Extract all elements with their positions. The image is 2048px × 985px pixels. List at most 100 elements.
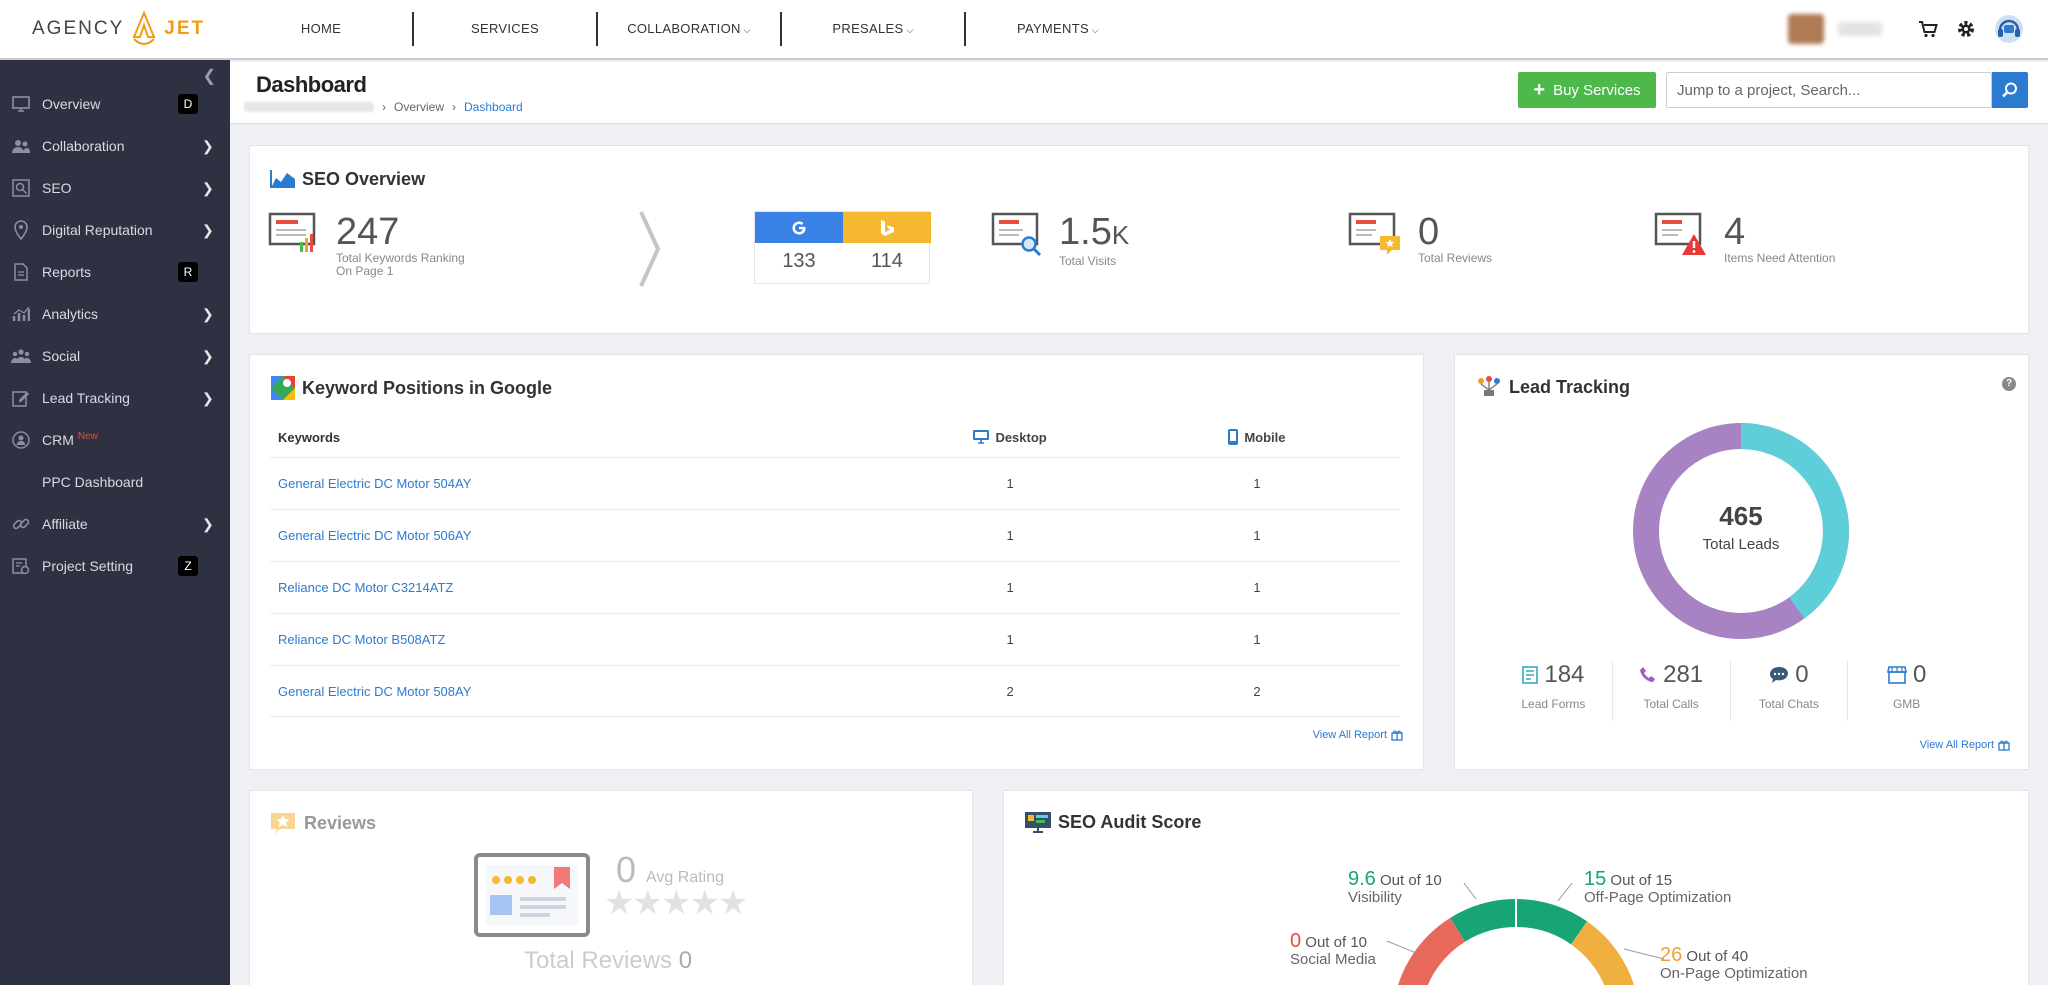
phone-icon xyxy=(1640,667,1656,682)
breadcrumb-overview[interactable]: Overview xyxy=(394,100,444,114)
top-navbar: AGENCY JET HOME SERVICES COLLABORATION ⌵ … xyxy=(0,0,2048,60)
chevron-down-icon: ⌵ xyxy=(743,25,751,35)
gauge-segment-visibility xyxy=(1450,899,1517,942)
leader-line xyxy=(1386,940,1417,954)
total-reviews-label: Total Reviews xyxy=(524,947,673,974)
breadcrumb-dashboard[interactable]: Dashboard xyxy=(464,100,523,114)
analytics-chart-icon xyxy=(10,304,32,324)
visits-count: 1.5 xyxy=(1059,211,1112,253)
sidebar-item-social[interactable]: Social ❯ xyxy=(0,336,230,376)
sidebar-item-ppc-dashboard[interactable]: PPC Dashboard xyxy=(0,462,230,502)
help-icon[interactable]: ? xyxy=(2002,377,2016,391)
sidebar-item-affiliate[interactable]: Affiliate ❯ xyxy=(0,504,230,544)
sidebar-item-overview[interactable]: Overview D xyxy=(0,84,230,124)
keyword-link[interactable]: General Electric DC Motor 508AY xyxy=(278,684,471,699)
mobile-position: 2 xyxy=(1253,683,1261,699)
chevron-right-icon: ❯ xyxy=(202,389,214,406)
chevron-down-icon: ⌵ xyxy=(1091,25,1100,35)
report-gift-icon xyxy=(1998,740,2010,751)
global-search-input[interactable] xyxy=(1666,72,1992,108)
keyword-table: Keywords Desktop Mobile General Electric… xyxy=(270,417,1400,717)
chevron-right-icon: ❯ xyxy=(202,137,214,154)
desktop-position: 1 xyxy=(1006,476,1014,491)
nav-payments[interactable]: PAYMENTS ⌵ xyxy=(966,12,1150,46)
nav-home[interactable]: HOME xyxy=(230,12,414,46)
seo-audit-score-card: SEO Audit Score 9.6 Out of 10 Visibility… xyxy=(1003,790,2029,985)
support-headset-icon[interactable] xyxy=(1992,12,2026,46)
keywords-count: 247 xyxy=(336,211,400,253)
total-leads-label: Total Leads xyxy=(1702,536,1780,553)
attention-label: Items Need Attention xyxy=(1724,251,1836,265)
total-leads-count: 465 xyxy=(1719,501,1763,531)
hotkey-badge: Z xyxy=(178,556,198,576)
bing-icon xyxy=(843,212,931,243)
google-icon xyxy=(755,212,843,243)
desktop-icon xyxy=(973,430,990,444)
sidebar-item-collaboration[interactable]: Collaboration ❯ xyxy=(0,126,230,166)
monitor-icon xyxy=(10,94,32,114)
lead-network-icon xyxy=(1478,376,1500,396)
breadcrumb-separator: › xyxy=(452,100,457,114)
nav-collaboration[interactable]: COLLABORATION ⌵ xyxy=(598,12,782,46)
cart-icon[interactable] xyxy=(1916,17,1940,41)
attention-count: 4 xyxy=(1724,211,1746,253)
sidebar-item-lead-tracking[interactable]: Lead Tracking ❯ xyxy=(0,378,230,418)
reviews-star-icon xyxy=(1348,212,1400,255)
desktop-position: 1 xyxy=(1006,528,1014,543)
chevron-right-icon: ❯ xyxy=(202,221,214,238)
seo-audit-gauge xyxy=(1386,882,1665,985)
sidebar-item-analytics[interactable]: Analytics ❯ xyxy=(0,294,230,334)
table-row: General Electric DC Motor 506AY 1 1 xyxy=(270,509,1400,561)
keyword-positions-card: Keyword Positions in Google Keywords Des… xyxy=(249,354,1424,770)
brand-logo[interactable]: AGENCY JET xyxy=(0,0,230,59)
keyword-view-all-report-link[interactable]: View All Report xyxy=(1313,729,1403,741)
sidebar-item-crm[interactable]: CRM New xyxy=(0,420,230,460)
google-maps-icon xyxy=(271,376,295,400)
sidebar-collapse-icon[interactable]: ❮ xyxy=(203,66,216,86)
sidebar: ❮ Overview D Collaboration ❯ SEO ❯ Digit… xyxy=(0,60,230,985)
keyword-link[interactable]: Reliance DC Motor C3214ATZ xyxy=(278,580,453,595)
col-desktop: Desktop xyxy=(995,429,1047,445)
audit-label-on-page: 26 Out of 40 On-Page Optimization xyxy=(1660,944,1808,982)
chevron-right-divider-icon xyxy=(639,211,661,287)
gear-icon[interactable] xyxy=(1954,17,1978,41)
main-nav: HOME SERVICES COLLABORATION ⌵ PRESALES ⌵ P… xyxy=(230,0,1150,59)
nav-services[interactable]: SERVICES xyxy=(414,12,598,46)
sidebar-item-project-setting[interactable]: Project Setting Z xyxy=(0,546,230,586)
new-badge: New xyxy=(77,431,98,442)
social-group-icon xyxy=(10,346,32,366)
keyword-link[interactable]: Reliance DC Motor B508ATZ xyxy=(278,632,445,647)
lead-view-all-report-link[interactable]: View All Report xyxy=(1920,739,2010,751)
chevron-right-icon: ❯ xyxy=(202,515,214,532)
reviews-title: Reviews xyxy=(304,812,377,833)
buy-services-button[interactable]: + Buy Services xyxy=(1518,72,1656,108)
total-calls-stat: 281 Total Calls xyxy=(1613,661,1731,721)
nav-presales[interactable]: PRESALES ⌵ xyxy=(782,12,966,46)
page-title: Dashboard xyxy=(256,72,367,97)
brand-name-left: AGENCY xyxy=(32,18,125,39)
lead-tracking-title: Lead Tracking xyxy=(1509,376,1631,397)
keyword-link[interactable]: General Electric DC Motor 506AY xyxy=(278,528,471,543)
link-chain-icon xyxy=(10,514,32,534)
keyword-link[interactable]: General Electric DC Motor 504AY xyxy=(278,476,471,491)
audit-label-off-page: 15 Out of 15 Off-Page Optimization xyxy=(1584,868,1732,906)
leader-line xyxy=(1623,948,1665,960)
table-row: Reliance DC Motor B508ATZ 1 1 xyxy=(270,613,1400,665)
leader-line xyxy=(1463,882,1477,900)
form-icon xyxy=(1522,666,1539,684)
search-button[interactable] xyxy=(1992,72,2028,108)
user-name-blurred[interactable] xyxy=(1838,22,1882,36)
keyword-table-header: Keywords Desktop Mobile xyxy=(270,417,1400,457)
user-avatar[interactable] xyxy=(1788,14,1824,44)
breadcrumb-project-blurred[interactable] xyxy=(244,102,374,112)
ppc-icon xyxy=(10,472,32,492)
sidebar-item-digital-reputation[interactable]: Digital Reputation ❯ xyxy=(0,210,230,250)
location-pin-icon xyxy=(10,220,32,240)
keywords-stat: 247 Total Keywords Ranking On Page 1 xyxy=(268,212,465,278)
keyword-positions-title: Keyword Positions in Google xyxy=(302,377,553,398)
sidebar-item-seo[interactable]: SEO ❯ xyxy=(0,168,230,208)
table-row: Reliance DC Motor C3214ATZ 1 1 xyxy=(270,561,1400,613)
gmb-stat: 0 GMB xyxy=(1848,661,1965,721)
sidebar-item-reports[interactable]: Reports R xyxy=(0,252,230,292)
breadcrumb-separator: › xyxy=(382,100,386,114)
